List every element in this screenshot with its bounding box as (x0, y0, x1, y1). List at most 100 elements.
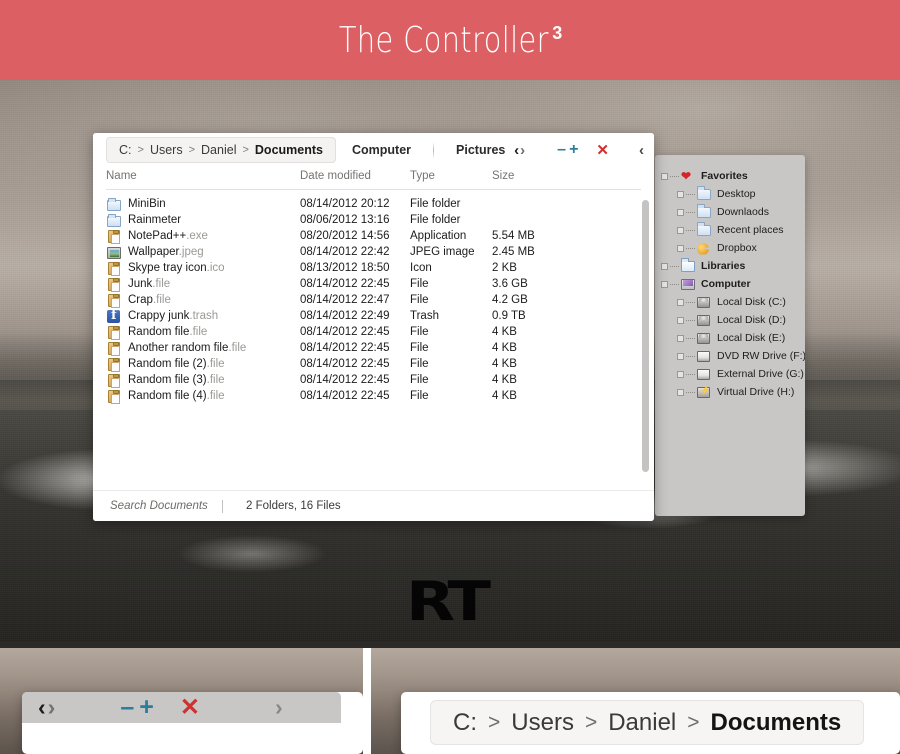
file-row[interactable]: NotePad++.exe 08/20/2012 14:56 Application… (106, 229, 641, 245)
file-name[interactable]: Random file (2).file (128, 358, 225, 370)
breadcrumb[interactable]: C: > Users > Daniel > Documents (106, 137, 336, 163)
file-name[interactable]: Random file.file (128, 326, 207, 338)
column-header-size[interactable]: Size (492, 170, 514, 182)
sidebar-item-favorites[interactable]: ❤ Favorites (655, 167, 805, 185)
sidebar-item-label: Dropbox (717, 241, 757, 254)
sidebar-item-localdiske[interactable]: Local Disk (E:) (655, 329, 805, 347)
sidebar-item-dvdrwdrivef[interactable]: DVD RW Drive (F:) (655, 347, 805, 365)
file-name[interactable]: Another random file.file (128, 342, 246, 354)
tree-expander-icon[interactable] (661, 280, 668, 288)
file-row[interactable]: Wallpaper.jpeg 08/14/2012 22:42 JPEG image… (106, 245, 641, 261)
file-row[interactable]: Crappy junk.trash 08/14/2012 22:49 Trash 0.… (106, 308, 641, 325)
column-headers[interactable]: Name Date modified Type Size (106, 167, 641, 190)
file-row[interactable]: Another random file.file 08/14/2012 22:45… (106, 341, 641, 357)
tree-expander-icon[interactable] (677, 208, 684, 216)
file-type: File (410, 342, 429, 354)
tree-expander-icon[interactable] (677, 388, 684, 396)
file-row[interactable]: Random file.file 08/14/2012 22:45 File 4 KB (106, 325, 641, 341)
file-type: File (410, 374, 429, 386)
forward-arrow-icon[interactable]: › (520, 143, 525, 158)
back-arrow-icon[interactable]: ‹ (514, 143, 519, 158)
sidebar-item-dropbox[interactable]: Dropbox (655, 239, 805, 257)
file-name[interactable]: Random file (3).file (128, 374, 225, 386)
sidebar-item-downlaods[interactable]: Downlaods (655, 203, 805, 221)
sidebar-item-localdiskc[interactable]: Local Disk (C:) (655, 293, 805, 311)
navigation-sidebar[interactable]: ❤ Favorites Desktop Downlaods Recent places D… (655, 155, 805, 516)
tree-expander-icon[interactable] (677, 226, 684, 234)
tree-connector (686, 229, 695, 231)
breadcrumb-segment-daniel[interactable]: Daniel (608, 709, 676, 737)
breadcrumb-segment-c[interactable]: C: (119, 143, 132, 157)
sidebar-item-computer[interactable]: Computer (655, 275, 805, 293)
sidebar-item-label: Desktop (717, 187, 756, 200)
file-row[interactable]: Random file (2).file 08/14/2012 22:45 File… (106, 357, 641, 373)
breadcrumb-segment-users[interactable]: Users (150, 143, 183, 157)
tab-pictures[interactable]: Pictures (440, 133, 521, 167)
detail-close-icon[interactable]: ✕ (180, 695, 200, 720)
tree-expander-icon[interactable] (677, 244, 684, 252)
detail-expand-icon[interactable]: › (275, 696, 283, 719)
sidebar-item-localdiskd[interactable]: Local Disk (D:) (655, 311, 805, 329)
detail-breadcrumb[interactable]: C: > Users > Daniel > Documents (430, 700, 865, 745)
breadcrumb-segment-c[interactable]: C: (453, 709, 477, 737)
file-row[interactable]: MiniBin 08/14/2012 20:12 File folder (106, 197, 641, 213)
file-row[interactable]: Skype tray icon.ico 08/13/2012 18:50 Icon 2… (106, 261, 641, 277)
list-scrollbar[interactable] (642, 197, 649, 473)
close-icon[interactable]: ✕ (596, 143, 609, 158)
sidebar-item-desktop[interactable]: Desktop (655, 185, 805, 203)
tree-expander-icon[interactable] (677, 298, 684, 306)
window-controls[interactable]: ‹ › – + ✕ ‹ (514, 133, 646, 167)
column-header-name[interactable]: Name (106, 170, 137, 182)
file-rows[interactable]: MiniBin 08/14/2012 20:12 File folder Rainme… (106, 197, 641, 405)
scrollbar-thumb[interactable] (642, 200, 649, 472)
sidebar-item-virtualdriveh[interactable]: Virtual Drive (H:) (655, 383, 805, 401)
sidebar-tree[interactable]: ❤ Favorites Desktop Downlaods Recent places D… (655, 167, 805, 401)
file-name[interactable]: Random file (4).file (128, 390, 225, 402)
file-name[interactable]: Skype tray icon.ico (128, 262, 225, 274)
detail-minimize-icon[interactable]: – (120, 695, 134, 720)
file-row[interactable]: Crap.file 08/14/2012 22:47 File 4.2 GB (106, 293, 641, 309)
file-name[interactable]: Wallpaper.jpeg (128, 246, 204, 258)
breadcrumb-segment-documents[interactable]: Documents (255, 143, 323, 157)
tree-connector (686, 247, 695, 249)
file-name[interactable]: NotePad++.exe (128, 230, 208, 242)
nav-arrow-group[interactable]: ‹ › (514, 143, 525, 158)
file-list[interactable]: MiniBin 08/14/2012 20:12 File folder Rainme… (106, 197, 649, 483)
breadcrumb-segment-users[interactable]: Users (511, 709, 574, 737)
collapse-sidebar-icon[interactable]: ‹ (639, 143, 644, 158)
maximize-icon[interactable]: + (569, 142, 578, 158)
sidebar-item-externaldriveg[interactable]: External Drive (G:) (655, 365, 805, 383)
file-explorer-window[interactable]: C: > Users > Daniel > Documents Computer Pictu… (93, 133, 654, 521)
detail-left-window-controls[interactable]: ‹ › – + ✕ › (22, 692, 341, 723)
tab-computer[interactable]: Computer (336, 133, 427, 167)
tree-expander-icon[interactable] (677, 334, 684, 342)
minimize-icon[interactable]: – (557, 142, 566, 158)
tree-expander-icon[interactable] (661, 172, 668, 180)
detail-maximize-icon[interactable]: + (139, 695, 154, 720)
detail-forward-arrow-icon[interactable]: › (48, 696, 56, 719)
breadcrumb-segment-documents[interactable]: Documents (711, 709, 842, 737)
sidebar-item-recentplaces[interactable]: Recent places (655, 221, 805, 239)
breadcrumb-separator: > (242, 144, 249, 156)
file-name[interactable]: Rainmeter (128, 214, 181, 226)
tree-expander-icon[interactable] (661, 262, 668, 270)
file-name[interactable]: Crap.file (128, 294, 171, 306)
file-row[interactable]: Random file (4).file 08/14/2012 22:45 File… (106, 389, 641, 405)
detail-gap (363, 648, 371, 754)
tree-expander-icon[interactable] (677, 316, 684, 324)
file-row[interactable]: Junk.file 08/14/2012 22:45 File 3.6 GB (106, 277, 641, 293)
breadcrumb-segment-daniel[interactable]: Daniel (201, 143, 236, 157)
file-name[interactable]: MiniBin (128, 198, 166, 210)
tree-expander-icon[interactable] (677, 352, 684, 360)
tree-expander-icon[interactable] (677, 370, 684, 378)
file-name[interactable]: Junk.file (128, 278, 170, 290)
column-header-date-modified[interactable]: Date modified (300, 170, 371, 182)
file-name[interactable]: Crappy junk.trash (128, 310, 218, 322)
search-input[interactable]: Search Documents (110, 500, 222, 512)
file-row[interactable]: Rainmeter 08/06/2012 13:16 File folder (106, 213, 641, 229)
detail-back-arrow-icon[interactable]: ‹ (38, 696, 46, 719)
file-row[interactable]: Random file (3).file 08/14/2012 22:45 File… (106, 373, 641, 389)
sidebar-item-libraries[interactable]: Libraries (655, 257, 805, 275)
column-header-type[interactable]: Type (410, 170, 435, 182)
tree-expander-icon[interactable] (677, 190, 684, 198)
